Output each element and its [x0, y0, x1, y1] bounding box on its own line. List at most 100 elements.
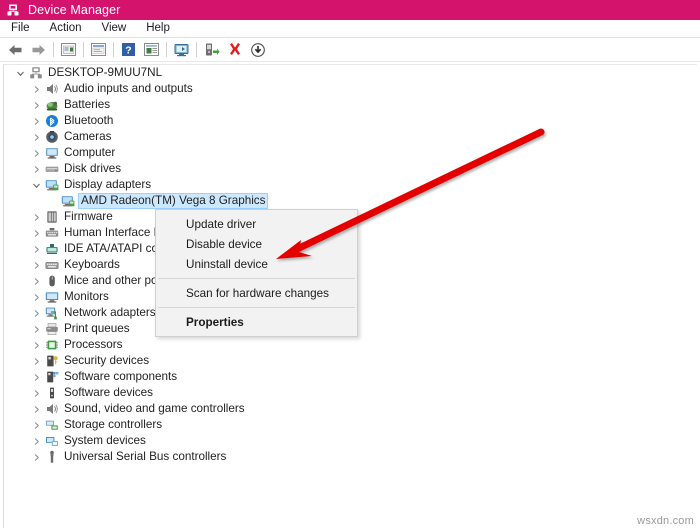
toolbar-separator-1 [53, 42, 54, 57]
chevron-right-icon[interactable] [28, 273, 44, 289]
tree-item-software-devices[interactable]: Software devices [4, 385, 697, 401]
ctx-properties[interactable]: Properties [156, 312, 357, 332]
toolbar-disable-device[interactable] [247, 40, 268, 60]
toolbar-forward[interactable] [28, 40, 49, 60]
printer-icon [44, 321, 60, 337]
context-menu[interactable]: Update driver Disable device Uninstall dev… [155, 209, 358, 337]
back-arrow-icon [9, 44, 22, 55]
battery-icon [44, 97, 60, 113]
chevron-right-icon[interactable] [28, 161, 44, 177]
display-adapter-icon [60, 193, 76, 209]
processor-icon [44, 337, 60, 353]
toolbar-uninstall-device[interactable] [224, 40, 245, 60]
chevron-right-icon[interactable] [28, 145, 44, 161]
tree-item-storage-controllers[interactable]: Storage controllers [4, 417, 697, 433]
tree-root-row[interactable]: DESKTOP-9MUU7NL [4, 65, 697, 81]
device-manager-icon [6, 3, 20, 17]
chevron-right-icon[interactable] [28, 241, 44, 257]
tree-item-label: Batteries [64, 98, 111, 111]
toolbar-update-driver[interactable] [201, 40, 222, 60]
tree-item-label: Cameras [64, 130, 112, 143]
toolbar-properties[interactable] [88, 40, 109, 60]
toolbar-help[interactable]: ? [118, 40, 139, 60]
menu-bar: File Action View Help [0, 20, 700, 38]
tree-item-bluetooth[interactable]: Bluetooth [4, 113, 697, 129]
chevron-right-icon[interactable] [28, 305, 44, 321]
display-adapter-icon [44, 177, 60, 193]
security-device-icon [44, 353, 60, 369]
tree-item-sound-video-and-game-controllers[interactable]: Sound, video and game controllers [4, 401, 697, 417]
tree-item-audio-inputs-and-outputs[interactable]: Audio inputs and outputs [4, 81, 697, 97]
tree-item-system-devices[interactable]: System devices [4, 433, 697, 449]
uninstall-device-icon [229, 43, 240, 55]
chevron-right-icon[interactable] [28, 289, 44, 305]
tree-item-label: Security devices [64, 354, 150, 367]
tree-item-disk-drives[interactable]: Disk drives [4, 161, 697, 177]
update-driver-icon [205, 43, 219, 56]
tree-item-amd-radeon-tm-vega-8-graphics[interactable]: AMD Radeon(TM) Vega 8 Graphics [4, 193, 697, 209]
chevron-right-icon[interactable] [28, 209, 44, 225]
disable-device-icon [250, 42, 265, 57]
toolbar-scan-hardware-changes[interactable] [171, 40, 192, 60]
menu-action[interactable]: Action [41, 21, 91, 36]
chevron-right-icon[interactable] [28, 417, 44, 433]
system-device-icon [44, 433, 60, 449]
tree-item-label: Universal Serial Bus controllers [64, 450, 227, 463]
menu-help[interactable]: Help [137, 21, 179, 36]
chevron-down-icon[interactable] [12, 65, 28, 81]
chevron-right-icon[interactable] [28, 113, 44, 129]
ctx-separator-1 [158, 278, 355, 279]
chevron-right-icon[interactable] [28, 321, 44, 337]
chevron-right-icon[interactable] [28, 81, 44, 97]
toolbar-back[interactable] [5, 40, 26, 60]
chevron-right-icon[interactable] [28, 225, 44, 241]
show-hidden-devices-icon [61, 43, 76, 56]
chevron-right-icon[interactable] [28, 433, 44, 449]
tree-item-label: Software devices [64, 386, 153, 399]
usb-controller-icon [44, 449, 60, 465]
chevron-right-icon[interactable] [28, 257, 44, 273]
software-device-icon [44, 385, 60, 401]
chevron-right-icon[interactable] [28, 385, 44, 401]
tree-item-label: Firmware [64, 210, 113, 223]
scan-hardware-changes-icon [174, 43, 188, 56]
tree-item-security-devices[interactable]: Security devices [4, 353, 697, 369]
chevron-down-icon[interactable] [28, 177, 44, 193]
toolbar-separator-3 [113, 42, 114, 57]
chevron-right-icon[interactable] [28, 97, 44, 113]
tree-item-processors[interactable]: Processors [4, 337, 697, 353]
tree-item-cameras[interactable]: Cameras [4, 129, 697, 145]
menu-file[interactable]: File [2, 21, 39, 36]
toolbar-separator-4 [166, 42, 167, 57]
disk-drive-icon [44, 161, 60, 177]
menu-view[interactable]: View [93, 21, 136, 36]
keyboard-icon [44, 257, 60, 273]
speaker-icon [44, 81, 60, 97]
chevron-right-icon[interactable] [28, 401, 44, 417]
software-component-icon [44, 369, 60, 385]
toolbar: ? [0, 38, 700, 62]
tree-item-label: Network adapters [64, 306, 156, 319]
tree-item-computer[interactable]: Computer [4, 145, 697, 161]
title-bar: Device Manager [0, 0, 700, 20]
chevron-right-icon[interactable] [28, 353, 44, 369]
mouse-icon [44, 273, 60, 289]
tree-item-universal-serial-bus-controllers[interactable]: Universal Serial Bus controllers [4, 449, 697, 465]
chevron-right-icon[interactable] [28, 449, 44, 465]
tree-item-batteries[interactable]: Batteries [4, 97, 697, 113]
ctx-uninstall-device[interactable]: Uninstall device [156, 254, 357, 274]
sound-controller-icon [44, 401, 60, 417]
tree-item-display-adapters[interactable]: Display adapters [4, 177, 697, 193]
chevron-right-icon[interactable] [28, 337, 44, 353]
ctx-update-driver[interactable]: Update driver [156, 214, 357, 234]
chevron-right-icon[interactable] [28, 369, 44, 385]
ctx-scan-for-hardware-changes[interactable]: Scan for hardware changes [156, 283, 357, 303]
toolbar-show-hidden-devices[interactable] [58, 40, 79, 60]
camera-icon [44, 129, 60, 145]
tree-item-software-components[interactable]: Software components [4, 369, 697, 385]
firmware-icon [44, 209, 60, 225]
chevron-right-icon[interactable] [28, 129, 44, 145]
toolbar-device-details[interactable] [141, 40, 162, 60]
ctx-disable-device[interactable]: Disable device [156, 234, 357, 254]
